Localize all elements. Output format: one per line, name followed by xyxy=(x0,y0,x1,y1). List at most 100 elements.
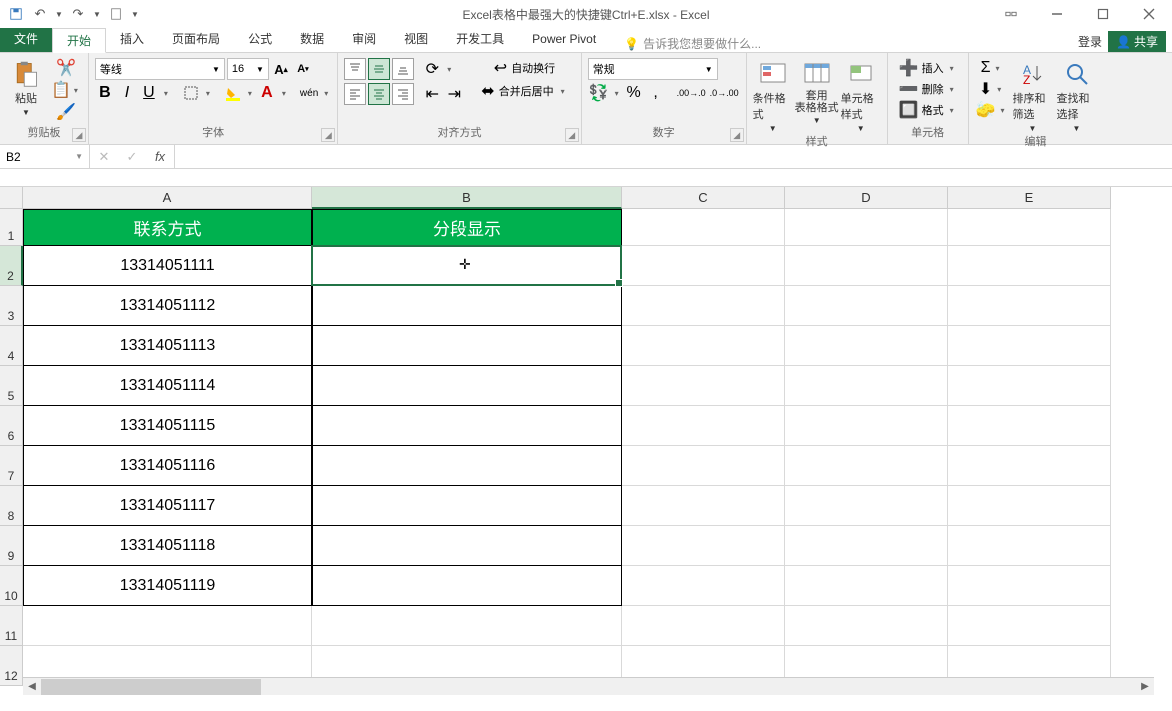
align-middle-icon[interactable] xyxy=(368,58,390,80)
cell-B5[interactable] xyxy=(312,366,622,406)
cell-A7[interactable]: 13314051116 xyxy=(23,446,312,486)
cell-D5[interactable] xyxy=(785,366,948,406)
decrease-decimal-icon[interactable]: .0→.00 xyxy=(709,83,740,103)
tab-insert[interactable]: 插入 xyxy=(106,27,158,52)
paste-button[interactable]: 粘贴▼ xyxy=(6,58,46,117)
accounting-format-icon[interactable]: 💱 xyxy=(588,83,610,103)
clear-icon[interactable]: 🧽▾ xyxy=(975,100,1009,120)
align-bottom-icon[interactable] xyxy=(392,58,414,80)
align-right-icon[interactable] xyxy=(392,83,414,105)
cell-C7[interactable] xyxy=(622,446,785,486)
tab-review[interactable]: 审阅 xyxy=(338,27,390,52)
qat-customize-dropdown[interactable]: ▼ xyxy=(130,4,140,24)
cancel-formula-icon[interactable]: ✕ xyxy=(90,149,118,165)
row-header-11[interactable]: 11 xyxy=(0,606,23,646)
cell-E11[interactable] xyxy=(948,606,1111,646)
row-header-8[interactable]: 8 xyxy=(0,486,23,526)
cell-E7[interactable] xyxy=(948,446,1111,486)
phonetic-icon[interactable]: wén xyxy=(299,83,319,103)
cell-E8[interactable] xyxy=(948,486,1111,526)
cell-B9[interactable] xyxy=(312,526,622,566)
cell-C2[interactable] xyxy=(622,246,785,286)
row-header-5[interactable]: 5 xyxy=(0,366,23,406)
row-header-6[interactable]: 6 xyxy=(0,406,23,446)
cell-C1[interactable] xyxy=(622,209,785,246)
cell-A11[interactable] xyxy=(23,606,312,646)
cell-C10[interactable] xyxy=(622,566,785,606)
cell-B6[interactable] xyxy=(312,406,622,446)
delete-cells-button[interactable]: ➖删除▾ xyxy=(894,79,962,99)
format-cells-button[interactable]: 🔲格式▾ xyxy=(894,100,962,120)
cell-A5[interactable]: 13314051114 xyxy=(23,366,312,406)
column-header-C[interactable]: C xyxy=(622,187,785,209)
cell-B4[interactable] xyxy=(312,326,622,366)
sort-filter-button[interactable]: AZ排序和筛选▼ xyxy=(1013,58,1053,133)
increase-decimal-icon[interactable]: .00→.0 xyxy=(676,83,707,103)
italic-button[interactable]: I xyxy=(117,83,137,103)
tab-file[interactable]: 文件 xyxy=(0,27,52,52)
cell-B8[interactable] xyxy=(312,486,622,526)
cell-D4[interactable] xyxy=(785,326,948,366)
row-header-9[interactable]: 9 xyxy=(0,526,23,566)
cell-A3[interactable]: 13314051112 xyxy=(23,286,312,326)
fill-icon[interactable]: ⬇▾ xyxy=(975,79,1009,99)
undo-dropdown[interactable]: ▼ xyxy=(54,4,64,24)
share-button[interactable]: 👤共享 xyxy=(1108,31,1166,52)
scroll-left-icon[interactable]: ◀ xyxy=(23,681,41,692)
cell-D10[interactable] xyxy=(785,566,948,606)
tab-dev[interactable]: 开发工具 xyxy=(442,27,518,52)
ribbon-display-icon[interactable] xyxy=(988,1,1034,27)
comma-icon[interactable]: , xyxy=(646,83,666,103)
column-header-A[interactable]: A xyxy=(23,187,312,209)
doc-icon[interactable] xyxy=(106,4,126,24)
cell-E4[interactable] xyxy=(948,326,1111,366)
cell-C11[interactable] xyxy=(622,606,785,646)
row-header-3[interactable]: 3 xyxy=(0,286,23,326)
tab-view[interactable]: 视图 xyxy=(390,27,442,52)
dialog-launcher-icon[interactable]: ◢ xyxy=(565,128,579,142)
cut-icon[interactable]: ✂️ xyxy=(50,58,82,78)
cell-D2[interactable] xyxy=(785,246,948,286)
maximize-icon[interactable] xyxy=(1080,1,1126,27)
cell-D7[interactable] xyxy=(785,446,948,486)
dialog-launcher-icon[interactable]: ◢ xyxy=(321,128,335,142)
select-all-corner[interactable] xyxy=(0,187,23,209)
tab-data[interactable]: 数据 xyxy=(286,27,338,52)
row-header-7[interactable]: 7 xyxy=(0,446,23,486)
dialog-launcher-icon[interactable]: ◢ xyxy=(730,128,744,142)
cell-D9[interactable] xyxy=(785,526,948,566)
cell-A2[interactable]: 13314051111 xyxy=(23,246,312,286)
orientation-icon[interactable]: ⟳ xyxy=(422,59,442,79)
merge-center-button[interactable]: ⬌合并后居中▾ xyxy=(474,81,574,101)
column-header-E[interactable]: E xyxy=(948,187,1111,209)
cell-A8[interactable]: 13314051117 xyxy=(23,486,312,526)
cell-D11[interactable] xyxy=(785,606,948,646)
align-top-icon[interactable] xyxy=(344,58,366,80)
cell-B11[interactable] xyxy=(312,606,622,646)
fill-color-icon[interactable] xyxy=(223,83,243,103)
tab-formula[interactable]: 公式 xyxy=(234,27,286,52)
scroll-thumb[interactable] xyxy=(41,679,261,695)
redo-dropdown[interactable]: ▼ xyxy=(92,4,102,24)
cell-B2[interactable] xyxy=(312,246,622,286)
increase-font-icon[interactable]: A▴ xyxy=(271,59,291,79)
align-center-icon[interactable] xyxy=(368,83,390,105)
cell-C9[interactable] xyxy=(622,526,785,566)
cell-E10[interactable] xyxy=(948,566,1111,606)
tell-me[interactable]: 💡告诉我您想要做什么... xyxy=(624,35,761,52)
cell-A4[interactable]: 13314051113 xyxy=(23,326,312,366)
percent-icon[interactable]: % xyxy=(624,83,644,103)
row-header-4[interactable]: 4 xyxy=(0,326,23,366)
confirm-formula-icon[interactable]: ✓ xyxy=(118,149,146,165)
cell-A9[interactable]: 13314051118 xyxy=(23,526,312,566)
border-icon[interactable] xyxy=(181,83,201,103)
cells-area[interactable]: 联系方式分段显示13314051111133140511121331405111… xyxy=(23,209,1111,686)
cell-B3[interactable] xyxy=(312,286,622,326)
font-color-icon[interactable]: A xyxy=(257,83,277,103)
copy-icon[interactable]: 📋▾ xyxy=(50,80,82,100)
cell-C8[interactable] xyxy=(622,486,785,526)
cell-D8[interactable] xyxy=(785,486,948,526)
cell-B1[interactable]: 分段显示 xyxy=(312,209,622,246)
cell-D1[interactable] xyxy=(785,209,948,246)
save-icon[interactable] xyxy=(6,4,26,24)
